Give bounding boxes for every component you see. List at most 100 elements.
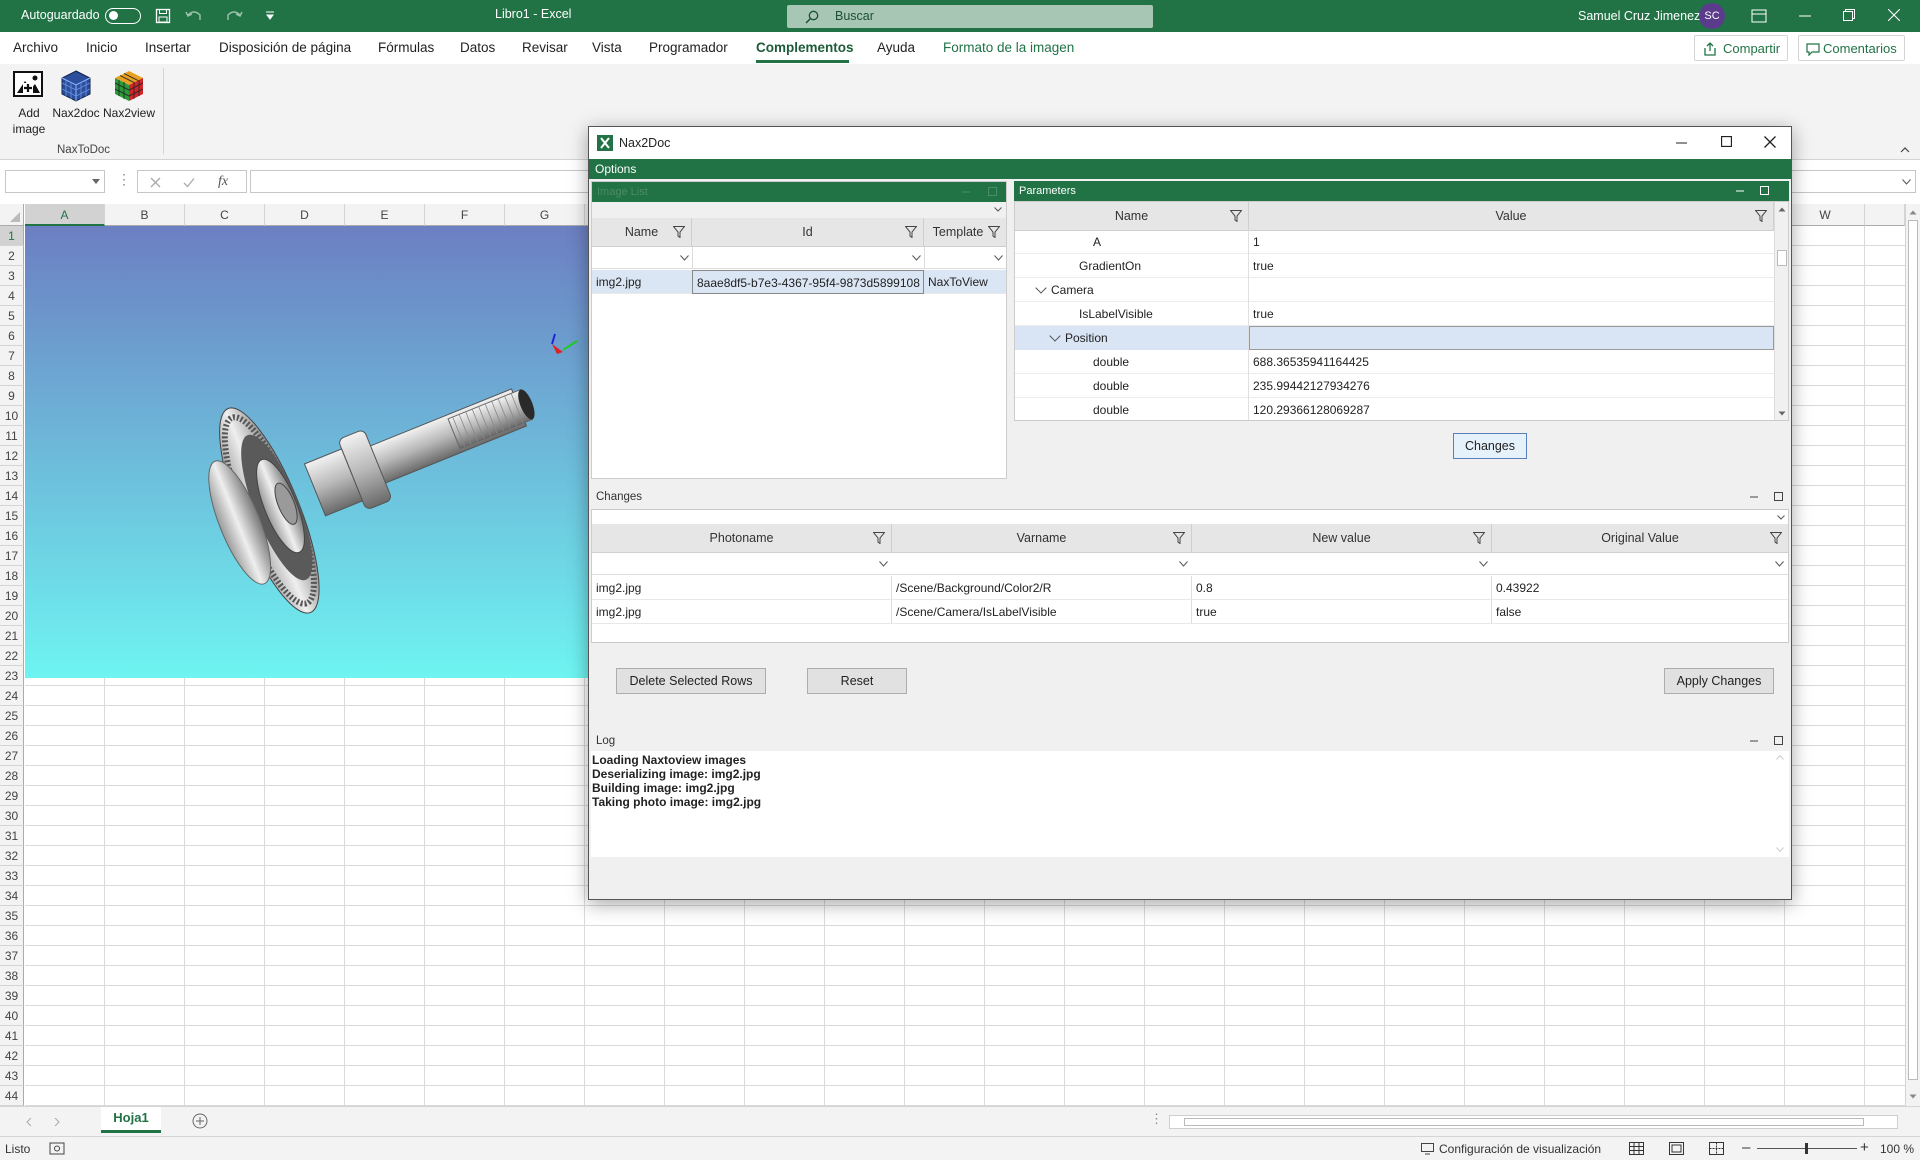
parameters-maximize-icon[interactable] xyxy=(1760,186,1769,195)
row-header[interactable]: 11 xyxy=(0,426,24,446)
tab-ayuda[interactable]: Ayuda xyxy=(877,40,915,55)
display-settings-label[interactable]: Configuración de visualización xyxy=(1439,1142,1601,1156)
tab-split-grip[interactable]: ⋮ xyxy=(1150,1111,1163,1127)
rendered-gear-image[interactable] xyxy=(25,226,590,678)
log-output[interactable]: Loading Naxtoview images Deserializing i… xyxy=(591,751,1789,857)
image-row-name[interactable]: img2.jpg xyxy=(592,270,692,294)
tab-formato-imagen[interactable]: Formato de la imagen xyxy=(943,40,1074,55)
tree-row[interactable]: double 235.99442127934276 xyxy=(1015,374,1774,398)
reset-button[interactable]: Reset xyxy=(807,668,907,694)
zoom-out-button[interactable]: – xyxy=(1742,1139,1750,1156)
expand-chevron-icon[interactable] xyxy=(1035,282,1047,294)
cancel-formula-icon[interactable] xyxy=(150,177,161,188)
tree-row-value-cell[interactable]: true xyxy=(1249,254,1774,278)
column-header-e[interactable]: E xyxy=(345,204,425,226)
sheet-tab-hoja1[interactable]: Hoja1 xyxy=(101,1107,161,1133)
delete-selected-rows-button[interactable]: Delete Selected Rows xyxy=(616,668,766,694)
nax2doc-button[interactable]: Nax2doc xyxy=(52,66,100,126)
tree-row-name-cell[interactable]: double xyxy=(1015,350,1249,374)
vertical-scroll-thumb[interactable] xyxy=(1908,220,1918,1080)
tree-row-name-cell[interactable]: Position xyxy=(1015,326,1249,350)
expand-formula-icon[interactable] xyxy=(1902,179,1911,185)
tab-revisar[interactable]: Revisar xyxy=(522,40,568,55)
ribbon-display-icon[interactable] xyxy=(1751,9,1767,23)
close-icon[interactable] xyxy=(1888,9,1900,21)
filter-icon[interactable] xyxy=(1173,532,1185,544)
column-header-f[interactable]: F xyxy=(425,204,505,226)
zoom-level[interactable]: 100 % xyxy=(1880,1142,1914,1156)
changes-col-varname[interactable]: Varname xyxy=(892,524,1192,553)
row-header[interactable]: 26 xyxy=(0,726,24,746)
column-header-c[interactable]: C xyxy=(185,204,265,226)
column-header-b[interactable]: B xyxy=(105,204,185,226)
row-header[interactable]: 32 xyxy=(0,846,24,866)
search-box[interactable]: Buscar xyxy=(787,5,1153,28)
filter-icon[interactable] xyxy=(988,226,1000,238)
row-header[interactable]: 23 xyxy=(0,666,24,686)
expand-chevron-icon[interactable] xyxy=(1049,330,1061,342)
vertical-scrollbar[interactable] xyxy=(1905,204,1920,1106)
row-header[interactable]: 19 xyxy=(0,586,24,606)
row-header[interactable]: 13 xyxy=(0,466,24,486)
prev-sheet-icon[interactable] xyxy=(26,1118,32,1126)
image-list-col-id[interactable]: Id xyxy=(692,218,924,247)
filter-icon[interactable] xyxy=(873,532,885,544)
dialog-minimize-icon[interactable] xyxy=(1676,142,1687,144)
row-header[interactable]: 10 xyxy=(0,406,24,426)
row-header[interactable]: 5 xyxy=(0,306,24,326)
table-row[interactable]: img2.jpg /Scene/Background/Color2/R 0.8 … xyxy=(592,576,1788,600)
row-header[interactable]: 41 xyxy=(0,1026,24,1046)
row-header[interactable]: 42 xyxy=(0,1046,24,1066)
row-header[interactable]: 6 xyxy=(0,326,24,346)
filter-dropdown-icon[interactable] xyxy=(994,255,1003,261)
name-box-dropdown-icon[interactable] xyxy=(92,179,100,185)
scroll-down-icon[interactable] xyxy=(1778,411,1786,416)
redo-icon[interactable] xyxy=(225,8,243,24)
customize-qat-icon[interactable] xyxy=(264,10,276,22)
tab-disposicion[interactable]: Disposición de página xyxy=(219,40,351,55)
collapse-ribbon-icon[interactable] xyxy=(1900,146,1910,154)
page-break-view-icon[interactable] xyxy=(1709,1142,1724,1155)
change-new-value[interactable]: true xyxy=(1192,600,1492,624)
changes-groupbar-chevron-icon[interactable] xyxy=(1777,515,1785,520)
change-varname[interactable]: /Scene/Background/Color2/R xyxy=(892,576,1192,600)
filter-icon[interactable] xyxy=(1755,210,1767,222)
tab-vista[interactable]: Vista xyxy=(592,40,622,55)
changes-col-new-value[interactable]: New value xyxy=(1192,524,1492,553)
parameters-minimize-icon[interactable] xyxy=(1736,190,1744,192)
menu-options[interactable]: Options xyxy=(595,162,636,176)
row-header[interactable]: 33 xyxy=(0,866,24,886)
add-image-button[interactable]: Add image xyxy=(8,66,50,140)
filter-dropdown-icon[interactable] xyxy=(912,255,921,261)
undo-icon[interactable] xyxy=(185,8,203,24)
tab-datos[interactable]: Datos xyxy=(460,40,495,55)
parameters-col-value[interactable]: Value xyxy=(1249,202,1774,231)
row-header[interactable]: 1 xyxy=(0,226,24,246)
tree-row[interactable]: Camera xyxy=(1015,278,1774,302)
scroll-up-icon[interactable] xyxy=(1778,207,1786,212)
row-header[interactable]: 14 xyxy=(0,486,24,506)
column-header-g[interactable]: G xyxy=(505,204,585,226)
filter-icon[interactable] xyxy=(673,226,685,238)
changes-button[interactable]: Changes xyxy=(1453,433,1527,459)
column-header-w[interactable]: W xyxy=(1785,204,1865,226)
filter-icon[interactable] xyxy=(1770,532,1782,544)
row-header[interactable]: 38 xyxy=(0,966,24,986)
row-header[interactable]: 9 xyxy=(0,386,24,406)
changes-col-original-value[interactable]: Original Value xyxy=(1492,524,1788,553)
scroll-down-icon[interactable] xyxy=(1776,847,1784,852)
scroll-up-icon[interactable] xyxy=(1909,210,1917,215)
tab-inicio[interactable]: Inicio xyxy=(86,40,118,55)
tree-row[interactable]: A1 xyxy=(1015,230,1774,254)
row-header[interactable]: 40 xyxy=(0,1006,24,1026)
change-original-value[interactable]: false xyxy=(1492,600,1788,624)
table-row[interactable]: img2.jpg 8aae8df5-b7e3-4367-95f4-9873d58… xyxy=(592,270,1006,294)
column-header-a[interactable]: A xyxy=(25,204,105,226)
changes-maximize-icon[interactable] xyxy=(1774,492,1783,501)
changes-minimize-icon[interactable] xyxy=(1750,496,1758,498)
log-maximize-icon[interactable] xyxy=(1774,736,1783,745)
log-vscrollbar[interactable] xyxy=(1773,751,1787,857)
horizontal-scrollbar[interactable] xyxy=(1169,1115,1898,1129)
image-list-minimize-icon[interactable] xyxy=(962,191,970,193)
nax2view-button[interactable]: Nax2view xyxy=(103,66,155,126)
